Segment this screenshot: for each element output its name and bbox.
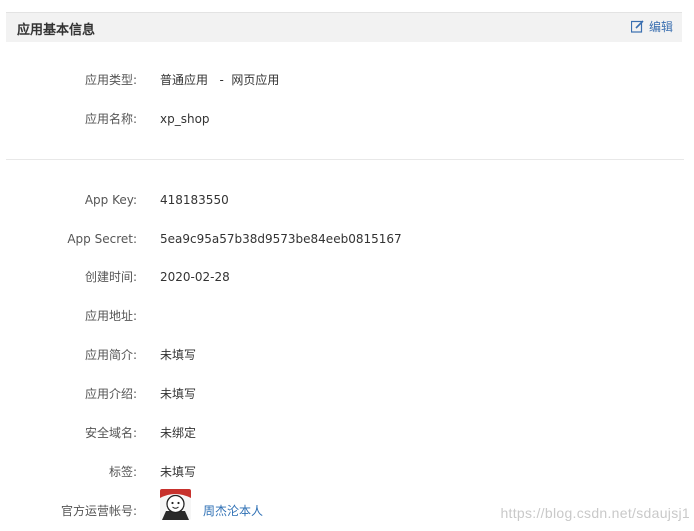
- field-value: 未填写: [160, 348, 197, 362]
- field-label: 安全域名:: [84, 426, 137, 440]
- field-row-app-url: 应用地址:: [0, 306, 694, 326]
- field-row-app-name: 应用名称: xp_shop: [0, 109, 694, 129]
- avatar[interactable]: [160, 489, 191, 520]
- field-row-app-type: 应用类型: 普通应用 - 网页应用: [0, 70, 694, 90]
- field-value: 普通应用 - 网页应用: [160, 73, 280, 87]
- field-label: App Secret:: [67, 232, 137, 246]
- field-label: 应用地址:: [84, 309, 137, 323]
- field-row-created-time: 创建时间: 2020-02-28: [0, 267, 694, 287]
- field-label: 应用类型:: [84, 73, 137, 87]
- field-row-tags: 标签: 未填写: [0, 462, 694, 482]
- field-row-app-intro: 应用介绍: 未填写: [0, 384, 694, 404]
- field-label: 应用名称:: [84, 112, 137, 126]
- field-label: 官方运营帐号:: [60, 504, 137, 518]
- watermark: https://blog.csdn.net/sdaujsj1: [500, 505, 690, 521]
- edit-label: 编辑: [648, 20, 673, 34]
- field-value: 未填写: [160, 387, 197, 401]
- field-label: 标签:: [108, 465, 137, 479]
- edit-icon: [630, 20, 644, 33]
- panel-title: 应用基本信息: [17, 23, 96, 38]
- edit-button[interactable]: 编辑: [630, 18, 673, 35]
- field-row-app-key: App Key: 418183550: [0, 190, 694, 210]
- field-row-app-secret: App Secret: 5ea9c95a57b38d9573be84eeb081…: [0, 229, 694, 249]
- field-value: 2020-02-28: [160, 270, 230, 284]
- field-value: 418183550: [160, 193, 229, 207]
- section-divider: [6, 159, 684, 160]
- field-value: 未填写: [160, 465, 197, 479]
- field-label: 应用简介:: [84, 348, 137, 362]
- field-value: 未绑定: [160, 426, 197, 440]
- field-row-secure-domain: 安全域名: 未绑定: [0, 423, 694, 443]
- field-row-app-summary: 应用简介: 未填写: [0, 345, 694, 365]
- field-label: App Key:: [84, 193, 137, 207]
- field-label: 创建时间:: [84, 270, 137, 284]
- field-label: 应用介绍:: [84, 387, 137, 401]
- field-value: 5ea9c95a57b38d9573be84eeb0815167: [160, 232, 402, 246]
- field-value: xp_shop: [160, 112, 210, 126]
- panel-header: 应用基本信息 编辑: [6, 12, 682, 42]
- official-account-link[interactable]: 周杰沦本人: [203, 501, 263, 521]
